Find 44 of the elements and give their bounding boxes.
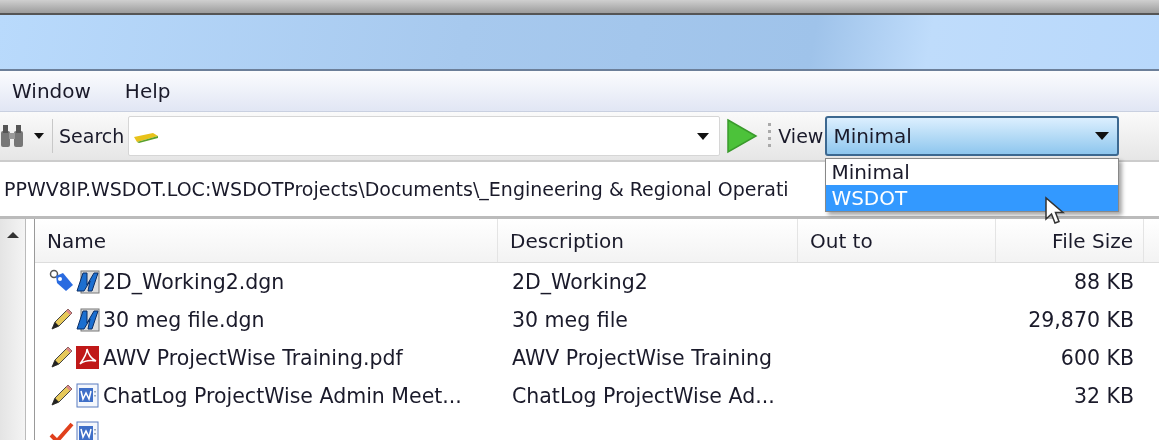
binoculars-icon [0, 123, 24, 149]
column-header[interactable]: Description [498, 219, 798, 262]
table-cell: AWV ProjectWise Training [512, 346, 773, 370]
document-icon [75, 383, 101, 409]
document-icon [75, 421, 101, 440]
table-cell: 88 KB [1073, 270, 1134, 294]
table-cell: 2D_Working2 [512, 270, 648, 294]
menu-item[interactable]: Help [124, 79, 171, 103]
scroll-up-icon[interactable] [5, 231, 20, 239]
search-label: Search [59, 125, 125, 147]
table-cell: AWV ProjectWise Training.pdf [103, 346, 403, 370]
caret-icon [34, 133, 44, 139]
table-cell: 30 meg file.dgn [103, 308, 265, 332]
dropdown-option[interactable]: Minimal [826, 159, 1119, 185]
table-cell: ChatLog ProjectWise Admin Meet... [103, 384, 462, 408]
table-cell: 2D_Working2.dgn [103, 270, 285, 294]
view-label: View [778, 125, 824, 147]
pencil-icon [49, 307, 75, 333]
run-button[interactable] [726, 118, 759, 154]
table-cell: 29,870 KB [1028, 308, 1134, 332]
pdf-icon [75, 345, 101, 371]
file-row[interactable]: AWV ProjectWise Training.pdf AWV ProjectWise Training 600 KB [35, 339, 1159, 377]
search-field[interactable] [128, 116, 721, 156]
menu-item[interactable]: Window [12, 79, 91, 103]
file-row[interactable]: ChatLog ProjectWise Admin Meet... ChatLog ProjectWise Ad... 32 KB [35, 377, 1159, 415]
check-icon [49, 421, 75, 440]
caret-icon [1095, 132, 1110, 140]
play-icon [726, 118, 759, 154]
table-cell: 30 meg file [512, 308, 628, 332]
table-cell: 32 KB [1073, 384, 1134, 408]
table-cell: 600 KB [1060, 346, 1134, 370]
file-row[interactable]: 30 meg file.dgn 30 meg file 29,870 KB [35, 301, 1159, 339]
path-text: PPWV8IP.WSDOT.LOC:WSDOTProjects\Documents\_Engineering & Regional Operati [4, 178, 789, 200]
drawing-file-icon [75, 307, 101, 333]
drawing-file-icon [75, 269, 101, 295]
caret-icon[interactable] [697, 132, 710, 140]
pencil-icon [49, 383, 75, 409]
file-row[interactable]: 2D_Working2.dgn 2D_Working2 88 KB [35, 263, 1159, 301]
pencil-icon [49, 345, 75, 371]
column-header[interactable]: Name [35, 219, 498, 262]
table-cell: ChatLog ProjectWise Ad... [512, 384, 775, 408]
column-header[interactable]: Out to [798, 219, 996, 262]
scrollbar[interactable] [0, 219, 26, 440]
view-dropdown[interactable]: Minimal [825, 116, 1120, 156]
